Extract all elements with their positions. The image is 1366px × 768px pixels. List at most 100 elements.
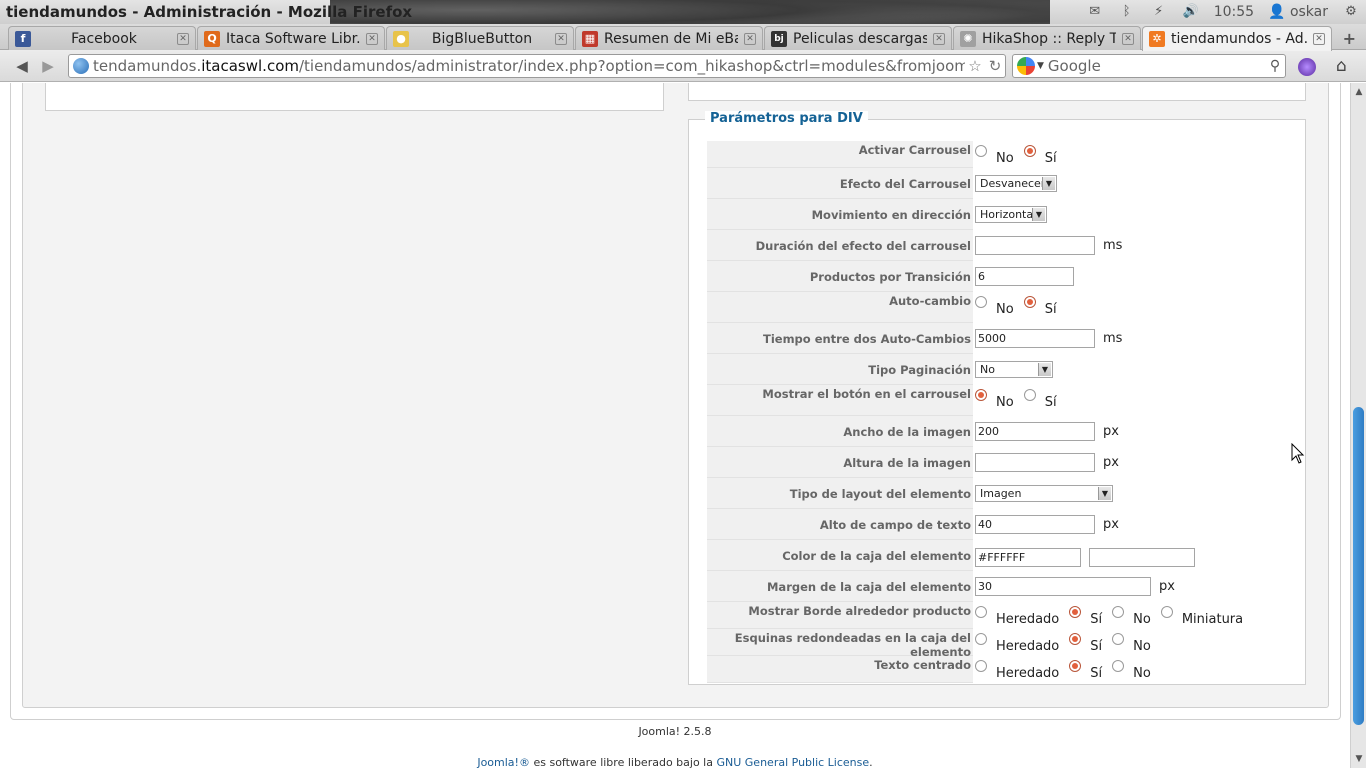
param-control: Imagen ▼ bbox=[975, 478, 1113, 509]
user-menu[interactable]: 👤 oskar bbox=[1268, 4, 1328, 20]
select-tipo-paginaci-n[interactable]: No ▼ bbox=[975, 361, 1053, 378]
param-control: 6 bbox=[975, 261, 1074, 292]
search-bar[interactable]: ▼ Google ⚲ bbox=[1012, 54, 1286, 78]
radio-si[interactable] bbox=[1023, 296, 1036, 308]
radio-si[interactable] bbox=[1023, 145, 1036, 157]
select-value: Imagen bbox=[980, 487, 1022, 500]
radio-heredado[interactable] bbox=[975, 660, 987, 672]
radio-no[interactable] bbox=[1112, 660, 1125, 672]
radio-heredado[interactable] bbox=[975, 606, 987, 618]
close-icon[interactable]: ✕ bbox=[1313, 33, 1325, 45]
tab-label: BigBlueButton bbox=[431, 30, 533, 47]
close-icon[interactable]: ✕ bbox=[1122, 32, 1134, 45]
network-icon[interactable]: ⚡ bbox=[1150, 5, 1168, 19]
text-input[interactable] bbox=[975, 453, 1095, 472]
footer-text: es software libre liberado bajo la bbox=[529, 756, 717, 768]
text-input[interactable]: 30 bbox=[975, 577, 1151, 596]
select-tipo-de-layout-del-elemento[interactable]: Imagen ▼ bbox=[975, 485, 1113, 502]
close-icon[interactable]: ✕ bbox=[366, 32, 378, 45]
radio-label: Sí bbox=[1090, 639, 1103, 654]
license-footer: Joomla!® es software libre liberado bajo… bbox=[0, 756, 1350, 768]
scrollbar-thumb[interactable] bbox=[1353, 407, 1364, 725]
param-label: Esquinas redondeadas en la caja del elem… bbox=[707, 629, 973, 659]
reload-icon[interactable]: ↻ bbox=[985, 57, 1005, 75]
vertical-scrollbar[interactable]: ▲ ▼ bbox=[1350, 83, 1366, 768]
tab-peliculas[interactable]: bj Peliculas descargas... ✕ bbox=[764, 26, 952, 50]
color-picker-input[interactable] bbox=[1089, 548, 1195, 567]
param-control: 200 px bbox=[975, 416, 1119, 447]
clock[interactable]: 10:55 bbox=[1214, 4, 1254, 20]
scroll-down-icon[interactable]: ▼ bbox=[1351, 752, 1366, 766]
tab-facebook[interactable]: f Facebook ✕ bbox=[8, 26, 196, 50]
search-input[interactable]: Google bbox=[1048, 57, 1265, 75]
radio-label: No bbox=[996, 302, 1014, 317]
radio-heredado[interactable] bbox=[975, 633, 987, 645]
close-icon[interactable]: ✕ bbox=[744, 32, 756, 45]
radio-label: Miniatura bbox=[1181, 612, 1244, 627]
tab-ebay[interactable]: ▦ Resumen de Mi eBay ✕ bbox=[575, 26, 763, 50]
close-icon[interactable]: ✕ bbox=[933, 32, 945, 45]
param-row: Mostrar el botón en el carrousel No Sí bbox=[707, 385, 1297, 416]
url-text[interactable]: tendamundos.itacaswl.com/tiendamundos/ad… bbox=[93, 57, 965, 75]
back-button[interactable]: ◀ bbox=[12, 56, 32, 76]
close-icon[interactable]: ✕ bbox=[177, 32, 189, 45]
fieldset-legend: Parámetros para DIV bbox=[705, 111, 868, 126]
text-input[interactable] bbox=[975, 236, 1095, 255]
search-icon[interactable]: ⚲ bbox=[1265, 58, 1285, 74]
param-row: Duración del efecto del carrousel ms bbox=[707, 230, 1297, 261]
radio-si[interactable] bbox=[1069, 660, 1082, 672]
select-movimiento-en-direcci-n[interactable]: Horizontal ▼ bbox=[975, 206, 1047, 223]
chevron-down-icon[interactable]: ▼ bbox=[1098, 487, 1111, 500]
volume-icon[interactable]: 🔊 bbox=[1182, 5, 1200, 19]
tab-tiendamundos[interactable]: ✲ tiendamundos - Ad... ✕ bbox=[1142, 26, 1332, 51]
chevron-down-icon[interactable]: ▼ bbox=[1037, 61, 1044, 71]
text-input[interactable]: 40 bbox=[975, 515, 1095, 534]
radio-no[interactable] bbox=[975, 296, 987, 308]
radio-no[interactable] bbox=[1112, 606, 1125, 618]
joomla-link[interactable]: Joomla!® bbox=[477, 756, 530, 768]
site-identity-icon[interactable] bbox=[73, 58, 89, 74]
radio-label: Sí bbox=[1090, 612, 1103, 627]
color-input[interactable]: #FFFFFF bbox=[975, 548, 1081, 567]
power-gear-icon[interactable]: ⚙ bbox=[1342, 5, 1360, 19]
user-icon: 👤 bbox=[1268, 4, 1286, 20]
forward-button[interactable]: ▶ bbox=[38, 56, 58, 76]
radio-si[interactable] bbox=[1069, 606, 1082, 618]
mail-icon[interactable]: ✉ bbox=[1086, 5, 1104, 19]
radio-no[interactable] bbox=[1112, 633, 1125, 645]
text-input[interactable]: 5000 bbox=[975, 329, 1095, 348]
gpl-link[interactable]: GNU General Public License bbox=[716, 756, 869, 768]
scroll-up-icon[interactable]: ▲ bbox=[1351, 85, 1366, 99]
url-prefix: tendamundos. bbox=[93, 57, 202, 75]
google-icon[interactable] bbox=[1017, 57, 1035, 75]
tab-hikashop[interactable]: ✺ HikaShop :: Reply T... ✕ bbox=[953, 26, 1141, 50]
tab-itaca[interactable]: Q Itaca Software Libr... ✕ bbox=[197, 26, 385, 50]
tab-bigbluebutton[interactable]: ● BigBlueButton ✕ bbox=[386, 26, 574, 50]
param-label: Mostrar el botón en el carrousel bbox=[707, 385, 973, 416]
radio-si[interactable] bbox=[1023, 389, 1036, 401]
bluetooth-icon[interactable]: ᛒ bbox=[1118, 5, 1136, 19]
text-input[interactable]: 6 bbox=[975, 267, 1074, 286]
url-bar[interactable]: tendamundos.itacaswl.com/tiendamundos/ad… bbox=[68, 54, 1006, 78]
bookmark-star-icon[interactable]: ☆ bbox=[965, 57, 985, 75]
close-icon[interactable]: ✕ bbox=[555, 32, 567, 45]
chevron-down-icon[interactable]: ▼ bbox=[1032, 208, 1045, 221]
param-row: Texto centrado Heredado Sí No bbox=[707, 656, 1297, 683]
radio-label: Heredado bbox=[996, 639, 1060, 654]
text-input[interactable]: 200 bbox=[975, 422, 1095, 441]
param-label: Ancho de la imagen bbox=[707, 416, 973, 447]
new-tab-button[interactable]: + bbox=[1343, 29, 1356, 48]
radio-no[interactable] bbox=[975, 389, 987, 401]
radio-no[interactable] bbox=[975, 145, 987, 157]
home-icon[interactable]: ⌂ bbox=[1336, 56, 1347, 76]
param-control: No Sí bbox=[975, 141, 1067, 168]
param-row: Tipo de layout del elemento Imagen ▼ bbox=[707, 478, 1297, 509]
select-efecto-del-carrousel[interactable]: Desvanecer ▼ bbox=[975, 175, 1057, 192]
chevron-down-icon[interactable]: ▼ bbox=[1038, 363, 1051, 376]
radio-miniatura[interactable] bbox=[1160, 606, 1173, 618]
div-parameters-fieldset: Parámetros para DIV Activar Carrousel No S… bbox=[688, 111, 1306, 685]
chevron-down-icon[interactable]: ▼ bbox=[1042, 177, 1055, 190]
radio-si[interactable] bbox=[1069, 633, 1082, 645]
addon-icon[interactable] bbox=[1298, 58, 1316, 76]
tab-label: Resumen de Mi eBay bbox=[604, 30, 738, 47]
